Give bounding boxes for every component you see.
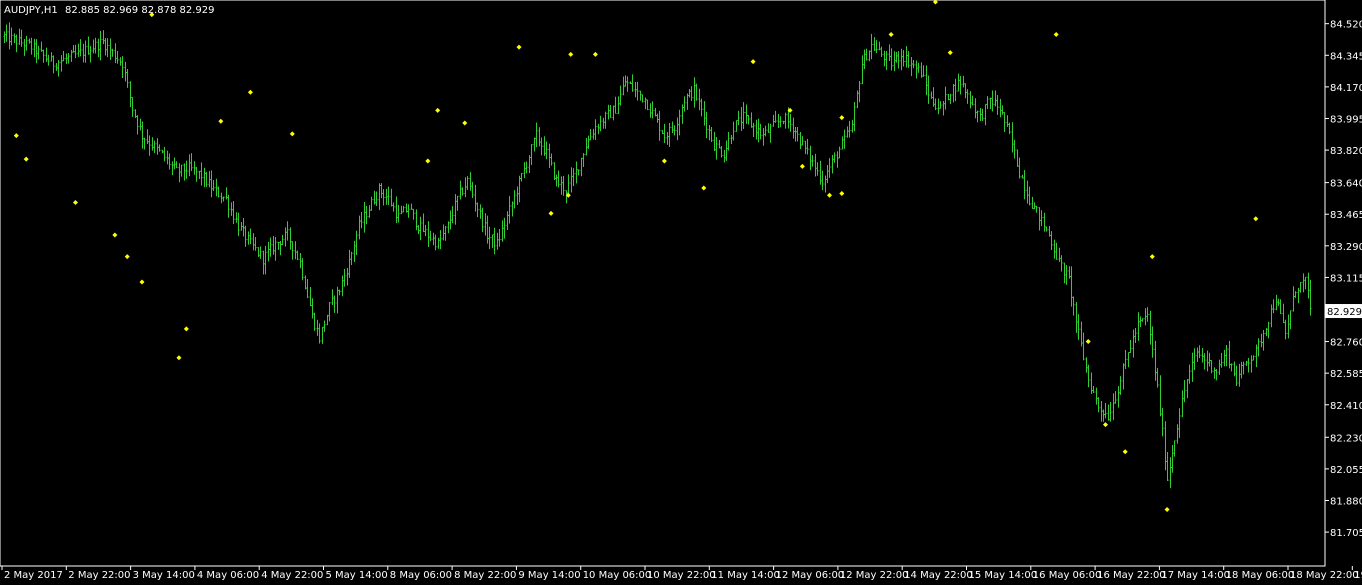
y-tick-label: 83.820	[1330, 146, 1362, 157]
x-tick-label: 12 May 06:00	[776, 570, 845, 581]
plot-area[interactable]	[0, 0, 1326, 567]
x-tick-label: 10 May 22:00	[647, 570, 716, 581]
current-price-label: 82.929	[1325, 304, 1362, 319]
y-tick-label: 81.705	[1330, 528, 1362, 539]
x-tick-label: 16 May 22:00	[1097, 570, 1166, 581]
time-axis[interactable]: 2 May 2017 2 May 22:00 3 May 14:00 4 May 06…	[1, 566, 1362, 581]
y-tick-label: 82.410	[1330, 401, 1362, 412]
y-tick-label: 83.995	[1330, 114, 1362, 125]
x-tick-label: 4 May 06:00	[197, 570, 259, 581]
x-tick-label: 9 May 14:00	[518, 570, 580, 581]
x-tick-label: 8 May 22:00	[454, 570, 516, 581]
x-tick-label: 4 May 22:00	[261, 570, 323, 581]
y-tick-label: 83.290	[1330, 242, 1362, 253]
x-tick-label: 2 May 22:00	[68, 570, 130, 581]
x-tick-label: 14 May 22:00	[904, 570, 973, 581]
x-tick-label: 10 May 06:00	[583, 570, 652, 581]
y-tick-label: 82.055	[1330, 465, 1362, 476]
chart-title: AUDJPY,H1 82.885 82.969 82.878 82.929	[4, 5, 215, 16]
x-tick-label: 3 May 14:00	[133, 570, 195, 581]
x-tick-label: 19 May 14:00	[1354, 570, 1362, 581]
y-tick-label: 83.640	[1330, 179, 1362, 190]
y-tick-label: 81.880	[1330, 496, 1362, 507]
x-tick-label: 12 May 22:00	[840, 570, 909, 581]
x-tick-label: 8 May 06:00	[390, 570, 452, 581]
x-tick-label: 18 May 06:00	[1226, 570, 1295, 581]
y-tick-label: 84.345	[1330, 51, 1362, 62]
y-tick-label: 82.760	[1330, 338, 1362, 349]
x-tick-label: 2 May 2017	[4, 570, 63, 581]
y-tick-label: 83.465	[1330, 210, 1362, 221]
symbol-timeframe: AUDJPY,H1	[4, 5, 58, 16]
y-tick-label: 82.585	[1330, 369, 1362, 380]
y-tick-label: 84.170	[1330, 83, 1362, 94]
y-tick-label: 84.520	[1330, 20, 1362, 31]
x-tick-label: 15 May 14:00	[969, 570, 1038, 581]
x-tick-label: 17 May 14:00	[1161, 570, 1230, 581]
x-tick-label: 18 May 22:00	[1290, 570, 1359, 581]
x-tick-label: 16 May 06:00	[1033, 570, 1102, 581]
x-tick-label: 5 May 14:00	[326, 570, 388, 581]
price-axis[interactable]: 84.520 84.345 84.170 83.995 83.820 83.640 83.4…	[1325, 20, 1362, 539]
y-tick-label: 82.230	[1330, 433, 1362, 444]
y-tick-label: 83.115	[1330, 273, 1362, 284]
current-price-text: 82.929	[1327, 307, 1362, 318]
ohlc-values: 82.885 82.969 82.878 82.929	[65, 5, 215, 16]
price-chart[interactable]: 84.520 84.345 84.170 83.995 83.820 83.640 83.4…	[0, 0, 1362, 585]
x-tick-label: 11 May 14:00	[711, 570, 780, 581]
